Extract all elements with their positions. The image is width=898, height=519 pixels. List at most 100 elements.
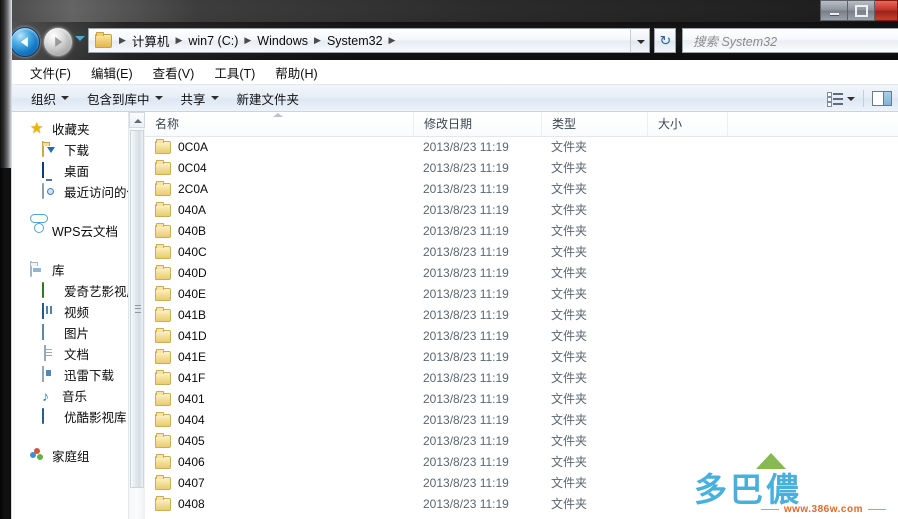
cell-size xyxy=(647,347,727,368)
table-row[interactable]: 0406 2013/8/23 11:19 文件夹 xyxy=(145,452,898,473)
sidebar-item-youku[interactable]: 优酷影视库 xyxy=(12,406,145,427)
scroll-up-button[interactable] xyxy=(129,112,145,128)
column-header-name[interactable]: 名称 xyxy=(145,112,413,136)
breadcrumb-item-computer[interactable]: 计算机 xyxy=(130,31,172,50)
sidebar-label-youku: 优酷影视库 xyxy=(64,411,127,425)
sidebar-item-thunder-download[interactable]: 迅雷下载 xyxy=(12,364,145,385)
back-button[interactable] xyxy=(10,27,40,57)
cell-type: 文件夹 xyxy=(551,392,588,406)
breadcrumb-item-drive[interactable]: win7 (C:) xyxy=(186,34,240,48)
search-input[interactable]: 搜索 System32 xyxy=(682,28,898,53)
menu-help[interactable]: 帮助(H) xyxy=(265,61,327,84)
table-row[interactable]: 0401 2013/8/23 11:19 文件夹 xyxy=(145,389,898,410)
new-folder-button[interactable]: 新建文件夹 xyxy=(228,86,309,111)
table-row[interactable]: 0404 2013/8/23 11:19 文件夹 xyxy=(145,410,898,431)
star-icon: ★ xyxy=(30,119,44,137)
cell-name: 0406 xyxy=(145,452,413,473)
cell-size xyxy=(647,221,727,242)
address-dropdown-button[interactable] xyxy=(630,28,650,53)
folder-icon xyxy=(155,265,171,280)
forward-button[interactable] xyxy=(43,27,73,57)
table-row[interactable]: 0C0A 2013/8/23 11:19 文件夹 xyxy=(145,137,898,158)
sidebar-label-music: 音乐 xyxy=(62,390,88,404)
document-icon xyxy=(42,344,58,362)
recent-pages-dropdown-icon[interactable] xyxy=(75,36,85,41)
cell-type: 文件夹 xyxy=(551,140,588,154)
sidebar-label-documents: 文档 xyxy=(64,348,90,362)
table-row[interactable]: 041B 2013/8/23 11:19 文件夹 xyxy=(145,305,898,326)
minimize-icon xyxy=(829,12,839,15)
breadcrumb-item-windows[interactable]: Windows xyxy=(255,34,310,48)
organize-button[interactable]: 组织 xyxy=(22,86,78,111)
cell-type: 文件夹 xyxy=(551,287,588,301)
cell-modified-date: 2013/8/23 11:19 xyxy=(423,203,509,217)
cell-type: 文件夹 xyxy=(551,182,588,196)
cell-name: 041D xyxy=(145,326,413,347)
cell-name: 0401 xyxy=(145,389,413,410)
sidebar-item-downloads[interactable]: 下载 xyxy=(12,139,145,160)
table-row[interactable]: 041D 2013/8/23 11:19 文件夹 xyxy=(145,326,898,347)
sidebar-item-libraries[interactable]: 库 xyxy=(12,259,145,280)
table-row[interactable]: 0405 2013/8/23 11:19 文件夹 xyxy=(145,431,898,452)
file-name-label: 0C0A xyxy=(178,140,209,154)
sidebar-item-desktop[interactable]: 桌面 xyxy=(12,160,145,181)
sidebar-item-wps-cloud[interactable]: WPS云文档 xyxy=(12,220,145,241)
column-header-date[interactable]: 修改日期 xyxy=(413,112,541,136)
column-header-size[interactable]: 大小 xyxy=(647,112,727,136)
cell-size xyxy=(647,326,727,347)
cell-type: 文件夹 xyxy=(551,476,588,490)
maximize-button[interactable] xyxy=(848,0,875,21)
share-button[interactable]: 共享 xyxy=(172,86,228,111)
close-button[interactable] xyxy=(875,0,898,21)
menu-edit[interactable]: 编辑(E) xyxy=(81,61,143,84)
file-name-label: 040C xyxy=(178,245,207,259)
table-row[interactable]: 041E 2013/8/23 11:19 文件夹 xyxy=(145,347,898,368)
refresh-button[interactable]: ↻ xyxy=(654,28,676,53)
sidebar-item-documents[interactable]: 文档 xyxy=(12,343,145,364)
breadcrumb-bar[interactable]: ▶ 计算机 ▶ win7 (C:) ▶ Windows ▶ System32 ▶ xyxy=(88,28,650,53)
table-row[interactable]: 0407 2013/8/23 11:19 文件夹 xyxy=(145,473,898,494)
table-row[interactable]: 0408 2013/8/23 11:19 文件夹 xyxy=(145,494,898,515)
view-mode-icon[interactable] xyxy=(827,92,843,107)
preview-pane-icon[interactable] xyxy=(872,91,892,106)
table-row[interactable]: 040E 2013/8/23 11:19 文件夹 xyxy=(145,284,898,305)
sidebar-item-pictures[interactable]: 图片 xyxy=(12,322,145,343)
sidebar-item-favorites[interactable]: ★ 收藏夹 xyxy=(12,118,145,139)
sidebar-item-videos[interactable]: 视频 xyxy=(12,301,145,322)
forward-arrow-icon xyxy=(55,37,63,47)
breadcrumb-item-system32[interactable]: System32 xyxy=(325,34,385,48)
sidebar-scrollbar[interactable] xyxy=(128,112,145,519)
column-header-type[interactable]: 类型 xyxy=(541,112,647,136)
menu-file[interactable]: 文件(F) xyxy=(20,61,81,84)
sidebar-label-downloads: 下载 xyxy=(64,144,90,158)
scrollbar-thumb[interactable] xyxy=(130,130,144,488)
file-list-rows: 0C0A 2013/8/23 11:19 文件夹 0C04 2013/8/23 11:1… xyxy=(145,137,898,515)
file-name-label: 0408 xyxy=(178,497,205,511)
cell-modified-date: 2013/8/23 11:19 xyxy=(423,497,509,511)
sidebar-label-libraries: 库 xyxy=(52,264,65,278)
cell-type: 文件夹 xyxy=(551,203,588,217)
table-row[interactable]: 0C04 2013/8/23 11:19 文件夹 xyxy=(145,158,898,179)
sidebar-item-homegroup[interactable]: 家庭组 xyxy=(12,445,145,466)
table-row[interactable]: 040A 2013/8/23 11:19 文件夹 xyxy=(145,200,898,221)
sidebar-item-iqiyi[interactable]: 爱奇艺影视库 xyxy=(12,280,145,301)
include-in-library-button[interactable]: 包含到库中 xyxy=(78,86,172,111)
cell-size xyxy=(647,284,727,305)
menu-view[interactable]: 查看(V) xyxy=(143,61,205,84)
minimize-button[interactable] xyxy=(820,0,848,21)
cell-size xyxy=(647,200,727,221)
file-name-label: 0404 xyxy=(178,413,205,427)
sidebar-item-recent-places[interactable]: 最近访问的位置 xyxy=(12,181,145,202)
folder-icon xyxy=(155,349,171,364)
cell-type: 文件夹 xyxy=(551,350,588,364)
back-arrow-icon xyxy=(20,37,28,47)
table-row[interactable]: 040C 2013/8/23 11:19 文件夹 xyxy=(145,242,898,263)
view-mode-chevron-down-icon[interactable] xyxy=(847,96,855,101)
sidebar-item-music[interactable]: ♪ 音乐 xyxy=(12,385,145,406)
table-row[interactable]: 041F 2013/8/23 11:19 文件夹 xyxy=(145,368,898,389)
menu-tools[interactable]: 工具(T) xyxy=(204,61,265,84)
folder-icon xyxy=(155,454,171,469)
table-row[interactable]: 2C0A 2013/8/23 11:19 文件夹 xyxy=(145,179,898,200)
table-row[interactable]: 040B 2013/8/23 11:19 文件夹 xyxy=(145,221,898,242)
table-row[interactable]: 040D 2013/8/23 11:19 文件夹 xyxy=(145,263,898,284)
